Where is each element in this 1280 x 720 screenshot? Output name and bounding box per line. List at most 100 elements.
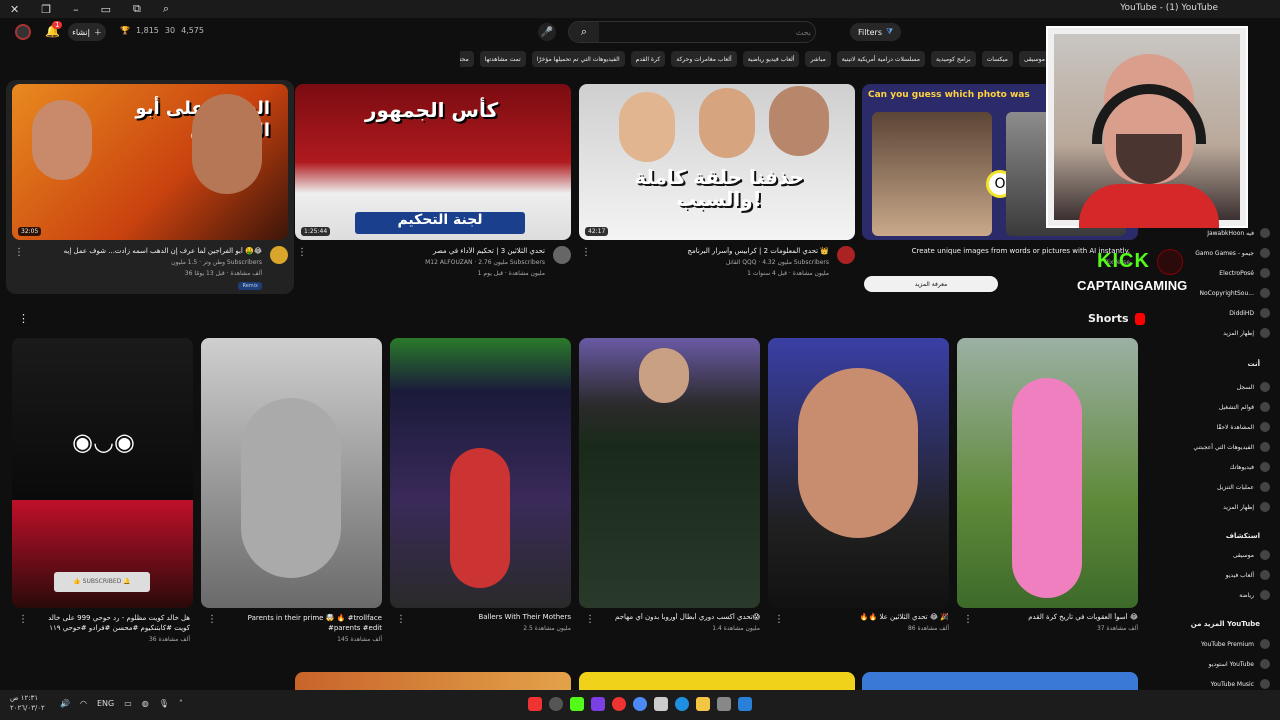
- clock[interactable]: ١٢:٣١ ص ٢٠٢٦/٠٣/٠٢: [10, 693, 45, 713]
- sidebar-item[interactable]: إظهار المزيد: [1160, 326, 1270, 340]
- search-button[interactable]: ⌕: [569, 22, 599, 42]
- filter-chip[interactable]: ألعاب مغامرات وحركة: [671, 51, 737, 67]
- ad-title[interactable]: Create unique images from words or pictu…: [890, 247, 1130, 255]
- edge-app-icon[interactable]: [675, 697, 689, 711]
- short-thumbnail[interactable]: [957, 338, 1138, 608]
- chevron-up-icon[interactable]: ˄: [179, 699, 183, 708]
- more-icon[interactable]: ⋮: [18, 312, 29, 325]
- minimize-icon[interactable]: –: [73, 2, 79, 16]
- short-title[interactable]: Parents in their prime 🤯 🔥 #trollface #p…: [229, 613, 382, 633]
- extensions-icon[interactable]: ⧉: [133, 2, 141, 16]
- voice-search-button[interactable]: 🎤: [538, 23, 556, 41]
- speaker-icon[interactable]: 🔊: [60, 699, 70, 708]
- app-icon[interactable]: [717, 697, 731, 711]
- short-thumbnail[interactable]: [201, 338, 382, 608]
- language-indicator[interactable]: ENG: [97, 699, 114, 708]
- filter-chip[interactable]: ألعاب فيديو رياضية: [742, 51, 800, 67]
- video-thumbnail[interactable]: [862, 672, 1138, 690]
- sidebar-item[interactable]: JawabkHoon فيه: [1160, 226, 1270, 240]
- short-title[interactable]: أسوأ العقوبات في تاريخ كرة القدم 😂: [985, 613, 1138, 621]
- sidebar-item[interactable]: قوائم التشغيل: [1160, 400, 1270, 414]
- sidebar-item[interactable]: استوديو YouTube: [1160, 657, 1270, 671]
- short-title[interactable]: 🔥🔥 تحدي الثلاثين علا 😂 🎉: [796, 613, 949, 621]
- youtube-app-icon[interactable]: [528, 697, 542, 711]
- channel-name[interactable]: وطن وتر · 1.5 مليون Subscribers: [171, 259, 262, 266]
- search-input[interactable]: [603, 24, 811, 40]
- explorer-app-icon[interactable]: [696, 697, 710, 711]
- more-icon[interactable]: ⋮: [396, 614, 406, 625]
- filter-chip[interactable]: مباشر: [805, 51, 831, 67]
- short-thumbnail[interactable]: [768, 338, 949, 608]
- sidebar-item[interactable]: Gamo Games - جيمو: [1160, 246, 1270, 260]
- short-title[interactable]: هل خالد كويت مظلوم - رد حوحي 999 على خال…: [40, 613, 190, 633]
- more-icon[interactable]: ⋮: [585, 614, 595, 625]
- sidebar-item[interactable]: رياضة: [1160, 588, 1270, 602]
- sidebar-item[interactable]: السجل: [1160, 380, 1270, 394]
- sidebar-item[interactable]: إظهار المزيد: [1160, 500, 1270, 514]
- sidebar-item[interactable]: عمليات التنزيل: [1160, 480, 1270, 494]
- close-icon[interactable]: ✕: [10, 2, 19, 16]
- filter-chip[interactable]: كرة القدم: [630, 51, 666, 67]
- sidebar-item[interactable]: ElectroPosé: [1160, 266, 1270, 280]
- sidebar-item[interactable]: الفيديوهات التي أعجبتني: [1160, 440, 1270, 454]
- sidebar-item[interactable]: YouTube Premium: [1160, 637, 1270, 651]
- sidebar-item[interactable]: NoCopyrightSou...: [1160, 286, 1270, 300]
- copilot-icon[interactable]: ◍: [142, 699, 149, 708]
- video-thumbnail[interactable]: الشبكة على أبو الفراجين 32:05: [12, 84, 288, 240]
- video-title[interactable]: أبو الفراجين لما عرف إن الدهب اسمه زادت.…: [22, 247, 262, 255]
- video-thumbnail[interactable]: حذفنا حلقة كاملة والسبب! 42:17: [579, 84, 855, 240]
- obs-app-icon[interactable]: [549, 697, 563, 711]
- sidebar-item[interactable]: موسيقى: [1160, 548, 1270, 562]
- wifi-icon[interactable]: ◠: [80, 699, 87, 708]
- short-title[interactable]: تحدي أكسب دوري أبطال أوروبا بدون أي مهاج…: [607, 613, 760, 621]
- sidebar-item[interactable]: YouTube Music: [1160, 677, 1270, 691]
- more-icon[interactable]: ⋮: [14, 247, 24, 258]
- video-thumbnail[interactable]: كأس الجمهور لجنة التحكيم 1:25:44: [295, 84, 571, 240]
- filter-chip[interactable]: محتوى جديد لك: [460, 51, 474, 67]
- app-icon[interactable]: [591, 697, 605, 711]
- chrome-app-icon[interactable]: [633, 697, 647, 711]
- channel-name[interactable]: القاتل QQQ · 4.32 مليون Subscribers: [726, 259, 829, 266]
- channel-avatar[interactable]: [270, 246, 288, 264]
- avatar[interactable]: [15, 24, 31, 40]
- short-thumbnail[interactable]: ◉◡◉ 👍 SUBSCRIBED 🔔: [12, 338, 193, 608]
- kick-app-icon[interactable]: [570, 697, 584, 711]
- channel-name[interactable]: M12 ALFOUZAN · 2.76 مليون Subscribers: [425, 259, 545, 266]
- windows-start-icon[interactable]: [738, 697, 752, 711]
- video-title[interactable]: تحدي الثلاثين 3 | تحكيم الأداء في مصر: [305, 247, 545, 255]
- short-thumbnail[interactable]: [579, 338, 760, 608]
- video-thumbnail[interactable]: [579, 672, 855, 690]
- search-tab-icon[interactable]: ⌕: [163, 2, 169, 16]
- channel-avatar[interactable]: [837, 246, 855, 264]
- more-icon[interactable]: ⋮: [774, 614, 784, 625]
- channel-avatar[interactable]: [553, 246, 571, 264]
- filter-chip[interactable]: مسلسلات درامية أمريكية لاتينية: [836, 51, 925, 67]
- video-title[interactable]: تحدي المعلومات 2 | كرابيس وأسرار البرنام…: [589, 247, 829, 255]
- learn-more-button[interactable]: معرفة المزيد: [864, 276, 998, 292]
- sidebar-item[interactable]: المشاهدة لاحقًا: [1160, 420, 1270, 434]
- short-thumbnail[interactable]: [390, 338, 571, 608]
- record-app-icon[interactable]: [612, 697, 626, 711]
- more-icon[interactable]: ⋮: [207, 614, 217, 625]
- sidebar-item[interactable]: ألعاب فيديو: [1160, 568, 1270, 582]
- filter-chip[interactable]: تمت مشاهدتها: [479, 51, 526, 67]
- sidebar-item[interactable]: DiddiHD: [1160, 306, 1270, 320]
- create-button[interactable]: إنشاء ＋: [68, 23, 106, 41]
- store-app-icon[interactable]: [654, 697, 668, 711]
- sidebar-item[interactable]: فيديوهاتك: [1160, 460, 1270, 474]
- pip-icon[interactable]: ▭: [101, 2, 111, 16]
- more-icon[interactable]: ⋮: [18, 614, 28, 625]
- mic-tray-icon[interactable]: 🎙: [159, 699, 169, 708]
- filter-chip[interactable]: ميكسات: [981, 51, 1013, 67]
- more-icon[interactable]: ⋮: [581, 247, 591, 258]
- filter-chip[interactable]: برامج كوميدية: [930, 51, 976, 67]
- filters-button[interactable]: Filters ⧩: [850, 23, 902, 41]
- video-thumbnail[interactable]: [295, 672, 571, 690]
- sidebar-item-label: استوديو YouTube: [1208, 660, 1254, 668]
- battery-icon[interactable]: ▭: [124, 699, 132, 708]
- filter-chip[interactable]: الفيديوهات التي تم تحميلها مؤخرًا: [531, 51, 625, 67]
- more-icon[interactable]: ⋮: [963, 614, 973, 625]
- short-title[interactable]: Ballers With Their Mothers: [418, 613, 571, 621]
- restore-icon[interactable]: ❐: [41, 2, 51, 16]
- more-icon[interactable]: ⋮: [297, 247, 307, 258]
